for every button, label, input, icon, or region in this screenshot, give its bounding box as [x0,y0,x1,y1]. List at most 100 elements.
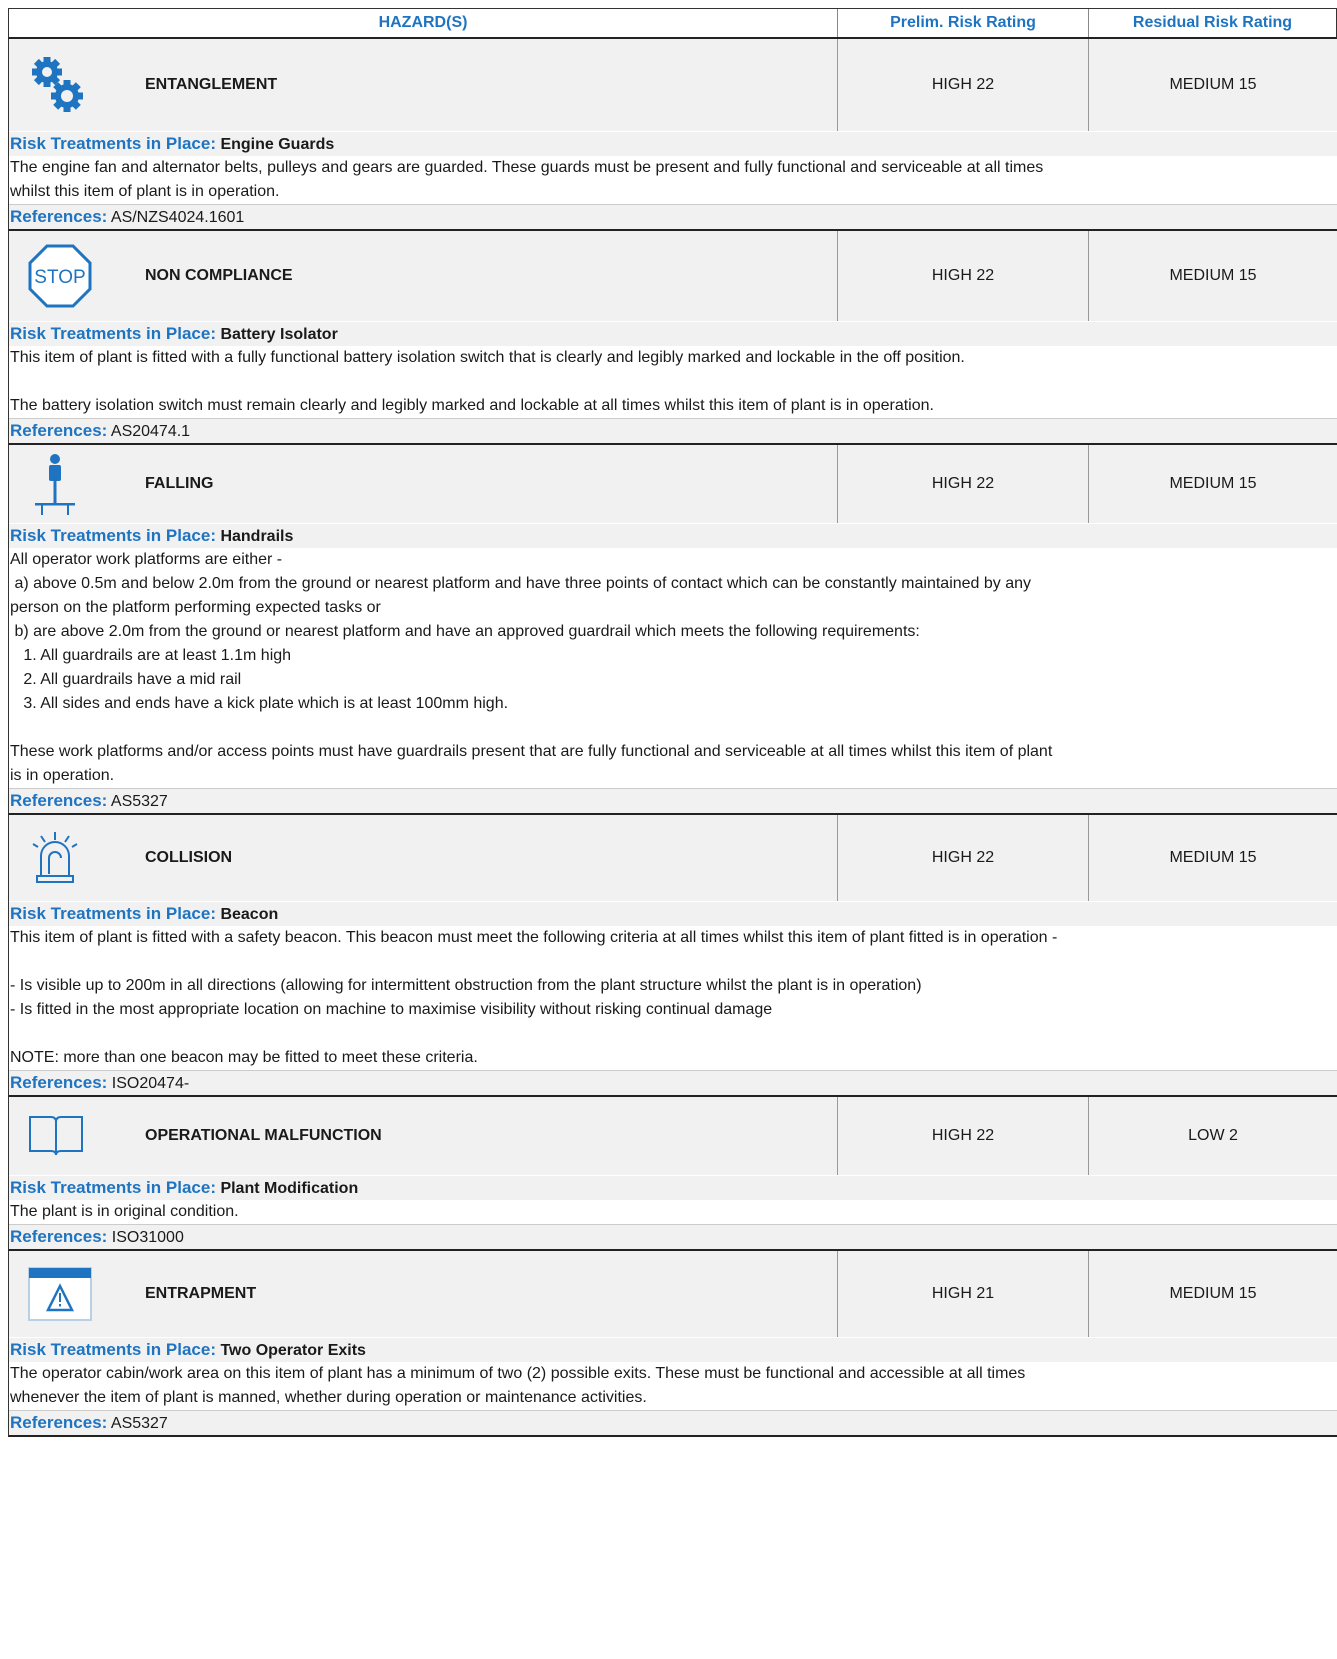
hazard-table: HAZARD(S) Prelim. Risk Rating Residual R… [8,8,1337,1437]
references-label: References: [10,1227,108,1246]
description-line: - Is fitted in the most appropriate loca… [10,1001,773,1018]
residual-rating: LOW 2 [1188,1127,1238,1144]
header-residual-rating: Residual Risk Rating [1132,14,1293,31]
description-line: The engine fan and alternator belts, pul… [10,159,1044,176]
hazard-title: OPERATIONAL MALFUNCTION [145,1127,382,1144]
treatment-description: The plant is in original condition. [9,1200,1337,1224]
gears-icon [9,39,145,131]
description-line: - Is visible up to 200m in all direction… [10,977,922,994]
references-row: References: AS20474.1 [9,418,1337,443]
description-line [10,716,1327,740]
stop-sign-icon: STOP [9,231,145,321]
prelim-rating: HIGH 22 [838,39,1089,131]
prelim-rating: HIGH 21 [838,1251,1089,1337]
references-label: References: [10,1073,108,1092]
hazard-row: ENTRAPMENT HIGH 21 MEDIUM 15 [9,1251,1337,1337]
manual-book-icon [9,1097,145,1175]
residual-rating: MEDIUM 15 [1169,1285,1257,1302]
treatment-description: This item of plant is fitted with a safe… [9,926,1337,1070]
treatment-label: Risk Treatments in Place: [10,324,216,343]
prelim-rating: HIGH 22 [838,445,1089,523]
description-line: The battery isolation switch must remain… [10,397,934,414]
hazard-section: ENTRAPMENT HIGH 21 MEDIUM 15 Risk Treatme… [8,1251,1337,1437]
treatment-label: Risk Treatments in Place: [10,1340,216,1359]
hazard-title: NON COMPLIANCE [145,267,293,284]
treatment-name: Battery Isolator [220,326,338,343]
description-line: The operator cabin/work area on this ite… [10,1365,1026,1382]
residual-rating: MEDIUM 15 [1169,267,1257,284]
svg-text:STOP: STOP [34,267,85,288]
reference-value: AS5327 [110,1415,168,1432]
treatment-label: Risk Treatments in Place: [10,904,216,923]
treatment-description: All operator work platforms are either -… [9,548,1337,788]
references-label: References: [10,1413,108,1432]
hazard-title: ENTANGLEMENT [145,76,278,93]
description-line [10,950,1327,974]
hazard-name-cell: ENTRAPMENT [9,1251,838,1337]
residual-rating: MEDIUM 15 [1169,76,1257,93]
reference-value: ISO20474- [111,1075,190,1092]
treatment-description: The operator cabin/work area on this ite… [9,1362,1337,1410]
treatment-heading: Risk Treatments in Place: Beacon [9,901,1337,926]
description-line: a) above 0.5m and below 2.0m from the gr… [10,575,1032,592]
description-line: All operator work platforms are either - [10,551,283,568]
header-hazards: HAZARD(S) [9,9,838,37]
residual-rating: MEDIUM 15 [1169,849,1257,866]
reference-value: AS20474.1 [110,423,191,440]
treatment-description: This item of plant is fitted with a full… [9,346,1337,418]
description-line: 1. All guardrails are at least 1.1m high [10,647,292,664]
treatment-heading: Risk Treatments in Place: Two Operator E… [9,1337,1337,1362]
hazard-section: ENTANGLEMENT HIGH 22 MEDIUM 15 Risk Treat… [8,39,1337,231]
hazard-title: FALLING [145,475,214,492]
hazard-row: FALLING HIGH 22 MEDIUM 15 [9,445,1337,523]
treatment-name: Beacon [220,906,279,923]
reference-value: ISO31000 [111,1229,184,1246]
prelim-rating: HIGH 22 [838,815,1089,901]
references-label: References: [10,207,108,226]
description-line: This item of plant is fitted with a safe… [10,929,1058,946]
description-line: 2. All guardrails have a mid rail [10,671,242,688]
description-line: The plant is in original condition. [10,1203,239,1220]
treatment-label: Risk Treatments in Place: [10,134,216,153]
hazard-row: ENTANGLEMENT HIGH 22 MEDIUM 15 [9,39,1337,131]
warning-window-icon [9,1251,145,1337]
description-line: These work platforms and/or access point… [10,743,1053,760]
hazard-row: OPERATIONAL MALFUNCTION HIGH 22 LOW 2 [9,1097,1337,1175]
beacon-icon [9,815,145,901]
treatment-label: Risk Treatments in Place: [10,1178,216,1197]
treatment-name: Two Operator Exits [220,1342,366,1359]
references-label: References: [10,791,108,810]
treatment-name: Engine Guards [220,136,335,153]
hazard-name-cell: ENTANGLEMENT [9,39,838,131]
reference-value: AS5327 [110,793,168,810]
references-row: References: ISO20474- [9,1070,1337,1095]
references-label: References: [10,421,108,440]
treatment-label: Risk Treatments in Place: [10,526,216,545]
residual-rating: MEDIUM 15 [1169,475,1257,492]
hazard-row: COLLISION HIGH 22 MEDIUM 15 [9,815,1337,901]
description-line: 3. All sides and ends have a kick plate … [10,695,509,712]
hazard-section: COLLISION HIGH 22 MEDIUM 15 Risk Treatmen… [8,815,1337,1097]
description-line: b) are above 2.0m from the ground or nea… [10,623,920,640]
hazard-name-cell: OPERATIONAL MALFUNCTION [9,1097,838,1175]
references-row: References: AS5327 [9,788,1337,813]
hazard-row: STOP NON COMPLIANCE HIGH 22 MEDIUM 15 [9,231,1337,321]
hazard-title: ENTRAPMENT [145,1285,257,1302]
hazard-name-cell: FALLING [9,445,838,523]
description-line: person on the platform performing expect… [10,599,381,616]
references-row: References: AS/NZS4024.1601 [9,204,1337,229]
falling-person-icon [9,445,145,523]
description-line: whilst this item of plant is in operatio… [10,183,280,200]
description-line [10,370,1327,394]
references-row: References: ISO31000 [9,1224,1337,1249]
treatment-heading: Risk Treatments in Place: Battery Isolat… [9,321,1337,346]
treatment-heading: Risk Treatments in Place: Engine Guards [9,131,1337,156]
hazard-name-cell: COLLISION [9,815,838,901]
description-line: This item of plant is fitted with a full… [10,349,965,366]
references-row: References: AS5327 [9,1410,1337,1435]
description-line: NOTE: more than one beacon may be fitted… [10,1049,478,1066]
hazard-name-cell: STOP NON COMPLIANCE [9,231,838,321]
prelim-rating: HIGH 22 [838,231,1089,321]
description-line [10,1022,1327,1046]
treatment-heading: Risk Treatments in Place: Handrails [9,523,1337,548]
